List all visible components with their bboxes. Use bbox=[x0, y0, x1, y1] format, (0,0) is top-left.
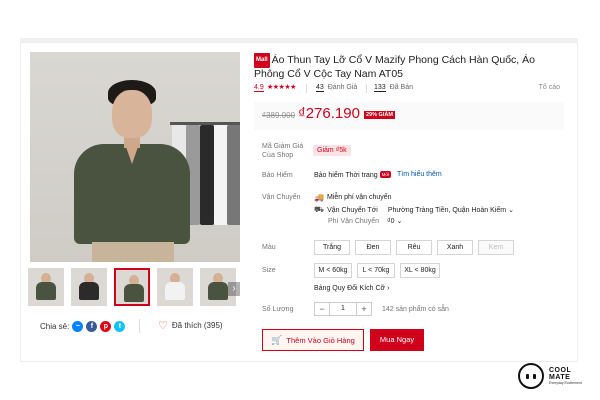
insurance-learn-more-link[interactable]: Tìm hiểu thêm bbox=[397, 171, 442, 178]
shipping-label: Vận Chuyển bbox=[262, 194, 301, 201]
product-title-block: Mall Áo Thun Tay Lỡ Cổ V Mazify Phong Các… bbox=[254, 53, 566, 81]
shipping-destination[interactable]: ⛟ Vận Chuyển Tới Phường Tràng Tiền, Quận H… bbox=[314, 205, 514, 215]
color-option-black[interactable]: Đen bbox=[355, 240, 391, 255]
discount-badge: 29% GIẢM bbox=[364, 111, 395, 119]
price-box: ₫389.000 ₫276.190 29% GIẢM bbox=[254, 102, 564, 130]
insurance-label: Bảo Hiểm bbox=[262, 172, 293, 179]
cart-icon: 🛒 bbox=[271, 334, 283, 345]
thumbnail-strip bbox=[28, 268, 242, 308]
thumbnail-1[interactable] bbox=[28, 268, 64, 306]
color-option-white[interactable]: Trắng bbox=[314, 240, 350, 255]
size-option-m[interactable]: M < 60kg bbox=[314, 263, 352, 278]
quantity-stepper: − 1 + 142 sản phẩm có sẵn bbox=[314, 302, 449, 316]
coolmate-logo: COOL MATE Everyday Excitement bbox=[518, 363, 582, 389]
mall-badge: Mall bbox=[254, 53, 270, 68]
color-option-moss[interactable]: Rêu bbox=[396, 240, 432, 255]
report-link[interactable]: Tố cáo bbox=[539, 84, 560, 91]
quantity-label: Số Lượng bbox=[262, 306, 294, 313]
sold-count: 133 Đã Bán bbox=[374, 84, 413, 92]
color-option-blue[interactable]: Xanh bbox=[437, 240, 473, 255]
chevron-right-icon: › bbox=[387, 285, 390, 292]
quantity-increase-button[interactable]: + bbox=[356, 302, 372, 316]
model-head bbox=[112, 90, 152, 138]
rating-value[interactable]: 4.9 bbox=[254, 84, 264, 92]
size-label: Size bbox=[262, 267, 276, 274]
voucher-tag[interactable]: Giảm ₫5k bbox=[313, 145, 351, 156]
free-shipping: 🚚 Miễn phí vận chuyển bbox=[314, 193, 392, 202]
chevron-down-icon: ⌄ bbox=[396, 218, 403, 225]
stock-count: 142 sản phẩm có sẵn bbox=[382, 305, 449, 313]
like-count: Đã thích (395) bbox=[171, 321, 223, 330]
current-price: ₫276.190 bbox=[298, 105, 360, 122]
color-label: Màu bbox=[262, 244, 276, 251]
color-option-cream[interactable]: Kem bbox=[478, 240, 514, 255]
chevron-down-icon: ⌄ bbox=[508, 207, 514, 214]
chevron-right-icon[interactable]: › bbox=[228, 282, 240, 296]
thumbnail-2[interactable] bbox=[71, 268, 107, 306]
add-to-cart-button[interactable]: 🛒 Thêm Vào Giỏ Hàng bbox=[262, 329, 364, 351]
free-shipping-truck-icon: 🚚 bbox=[314, 193, 324, 202]
original-price: ₫389.000 bbox=[262, 111, 296, 120]
insurance-name: Bảo hiểm Thời trang Mới bbox=[314, 171, 392, 179]
thumbnail-4[interactable] bbox=[157, 268, 193, 306]
product-title: Áo Thun Tay Lỡ Cổ V Mazify Phong Cách Hà… bbox=[254, 54, 535, 80]
like-button[interactable]: ♡ Đã thích (395) bbox=[158, 319, 223, 332]
voucher-label: Mã Giảm Giá Của Shop bbox=[262, 143, 304, 159]
size-option-xl[interactable]: XL < 80kg bbox=[400, 263, 440, 278]
thumbnail-3-active[interactable] bbox=[114, 268, 150, 306]
truck-icon: ⛟ bbox=[314, 205, 325, 214]
facebook-icon[interactable]: f bbox=[86, 320, 98, 332]
shipping-fee: Phí Vận Chuyển ₫0 ⌄ bbox=[328, 218, 403, 225]
review-count-link[interactable]: 43 Đánh Giá bbox=[316, 84, 357, 92]
main-product-image[interactable] bbox=[30, 52, 240, 262]
heart-icon: ♡ bbox=[158, 320, 168, 332]
new-badge: Mới bbox=[379, 171, 392, 178]
twitter-icon[interactable]: t bbox=[114, 320, 126, 332]
share-bar: Chia sẻ: ~ f p t bbox=[40, 319, 141, 333]
quantity-decrease-button[interactable]: − bbox=[314, 302, 330, 316]
messenger-icon[interactable]: ~ bbox=[72, 320, 84, 332]
rating-stars: ★★★★★ bbox=[267, 84, 296, 91]
quantity-input[interactable]: 1 bbox=[330, 302, 356, 316]
product-stats: 4.9 ★★★★★ 43 Đánh Giá 133 Đã Bán Tố cáo bbox=[254, 84, 562, 94]
size-guide-link[interactable]: Bảng Quy Đổi Kích Cỡ › bbox=[314, 285, 389, 292]
size-option-l[interactable]: L < 70kg bbox=[357, 263, 395, 278]
buy-now-button[interactable]: Mua Ngay bbox=[370, 329, 424, 351]
share-label: Chia sẻ: bbox=[40, 321, 70, 331]
coolmate-logo-icon bbox=[518, 363, 544, 389]
pinterest-icon[interactable]: p bbox=[100, 320, 112, 332]
